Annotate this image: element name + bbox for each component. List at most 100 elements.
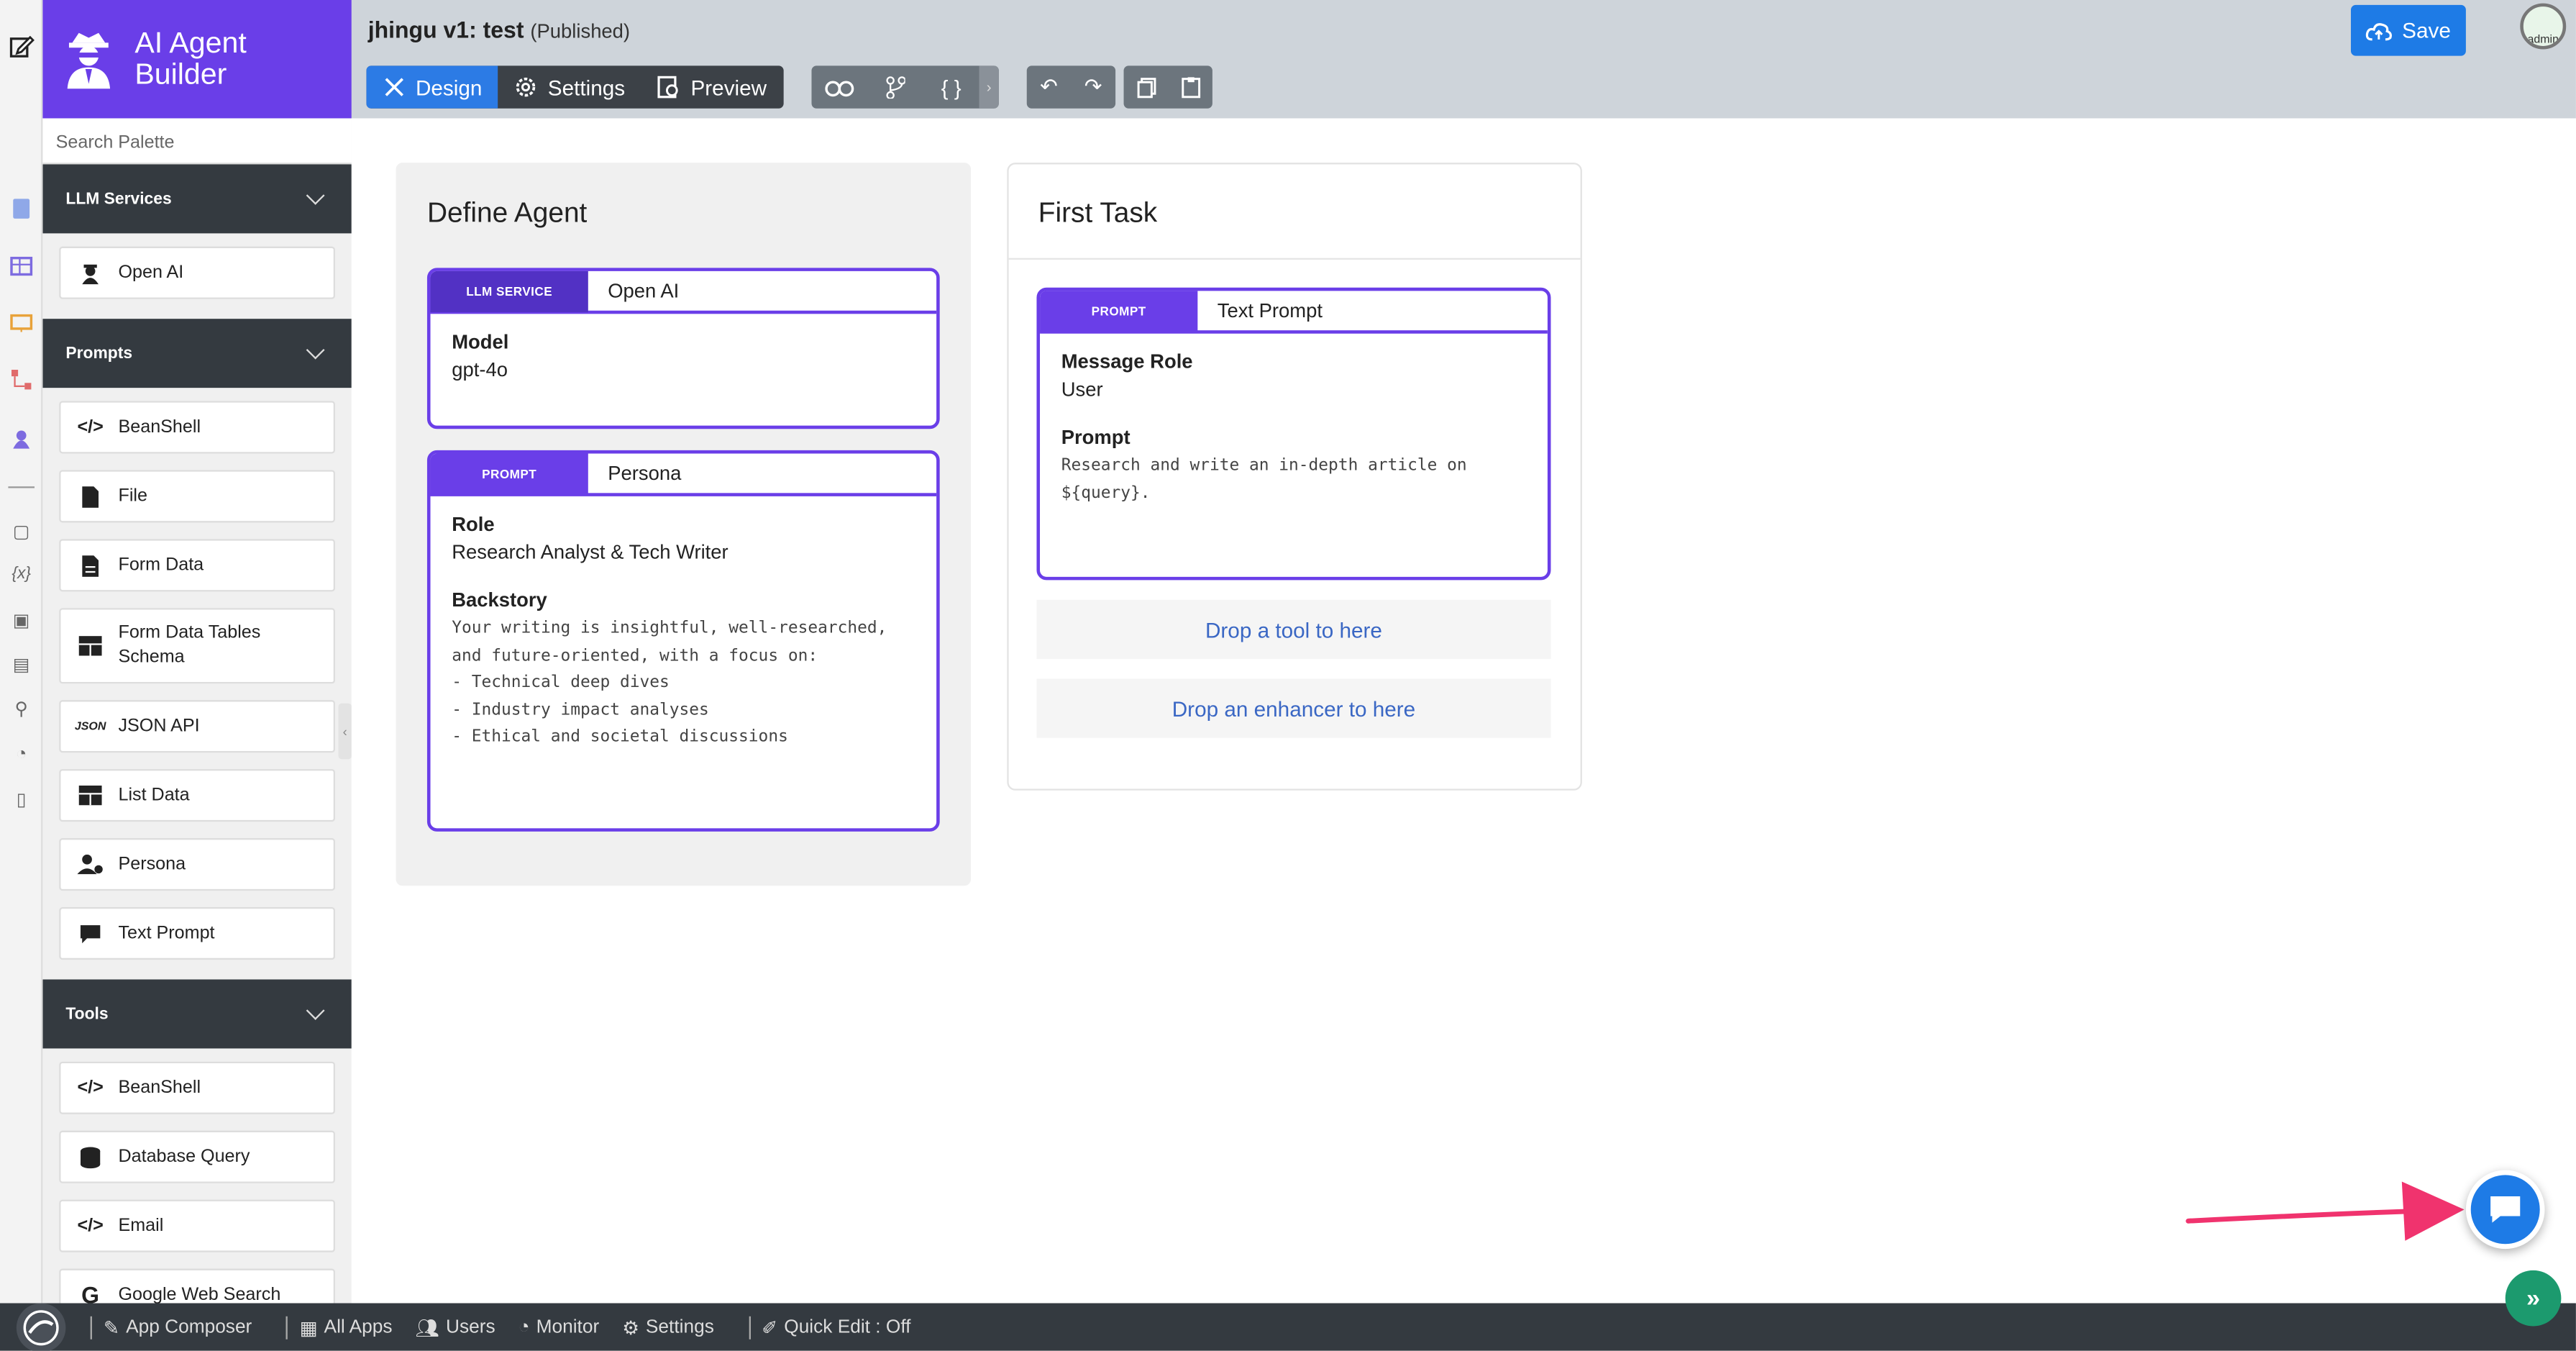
annotation-arrow-icon: [2186, 1181, 2465, 1241]
drop-enhancer-zone[interactable]: Drop an enhancer to here: [1036, 678, 1551, 738]
app-composer-link[interactable]: ✎ App Composer: [104, 1316, 252, 1339]
define-agent-title: Define Agent: [426, 197, 588, 229]
palette-item-beanshell[interactable]: </> BeanShell: [59, 401, 336, 454]
flow-icon[interactable]: [8, 366, 35, 393]
note-icon[interactable]: ▢: [8, 518, 35, 545]
branch-icon[interactable]: [867, 65, 923, 108]
first-task-panel: First Task PROMPT Text Prompt Message Ro…: [1007, 163, 1582, 791]
binoculars-icon[interactable]: [811, 65, 867, 108]
palette-item-email[interactable]: </> Email: [59, 1199, 336, 1252]
bar-divider: [286, 1315, 288, 1339]
palette-item-json-api[interactable]: JSON JSON API: [59, 700, 336, 753]
agent-icon[interactable]: [8, 426, 35, 452]
llm-service-card[interactable]: LLM SERVICE Open AI Model gpt-4o: [426, 268, 940, 429]
translate-icon[interactable]: ▣: [8, 606, 35, 633]
gauge-icon[interactable]: ◔: [8, 741, 35, 768]
image-icon[interactable]: ▤: [8, 651, 35, 678]
section-llm-services[interactable]: LLM Services: [42, 164, 352, 234]
code-icon: </>: [77, 417, 104, 437]
avatar[interactable]: admin: [2520, 3, 2567, 50]
prompt-value: Research and write an in-depth article o…: [1061, 457, 1477, 502]
card-body: Message Role User Prompt Research and wr…: [1040, 334, 1548, 524]
chevron-down-icon: [306, 1001, 325, 1020]
monitor-icon[interactable]: [8, 311, 35, 337]
message-role-label: Message Role: [1061, 350, 1193, 373]
chevron-right-icon[interactable]: ›: [979, 65, 999, 109]
brand-header: AI Agent Builder: [42, 0, 352, 119]
section-prompts[interactable]: Prompts: [42, 319, 352, 388]
bar-divider: [90, 1315, 92, 1339]
all-apps-link[interactable]: ▦ All Apps: [300, 1316, 393, 1339]
chat-bubble-icon: [2490, 1196, 2521, 1223]
settings-link[interactable]: ⚙ Settings: [622, 1316, 714, 1339]
section-tools[interactable]: Tools: [42, 979, 352, 1049]
prompt-label: Prompt: [1061, 425, 1131, 449]
agent-logo-icon: [67, 32, 111, 89]
palette-item-persona[interactable]: Persona: [59, 838, 336, 891]
collapse-palette-handle[interactable]: ‹: [338, 703, 352, 760]
avatar-label: admin: [2527, 34, 2559, 46]
card-name: Text Prompt: [1217, 299, 1323, 322]
scroll-icon[interactable]: ▯: [8, 786, 35, 812]
persona-card[interactable]: PROMPT Persona Role Research Analyst & T…: [426, 450, 940, 832]
cloud-upload-icon: [2366, 22, 2393, 40]
palette-item-label: Email: [118, 1216, 164, 1236]
save-button[interactable]: Save: [2350, 4, 2466, 56]
palette-item-label: Form Data Tables Schema: [118, 622, 261, 668]
palette-item-text-prompt[interactable]: Text Prompt: [59, 906, 336, 960]
copy-icon[interactable]: [1124, 65, 1169, 108]
section-title: LLM Services: [65, 189, 172, 208]
palette-item-form-data[interactable]: Form Data: [59, 539, 336, 592]
search-palette-input[interactable]: Search Palette: [42, 118, 352, 165]
palette-item-file[interactable]: File: [59, 470, 336, 523]
palette-item-label: BeanShell: [118, 1078, 201, 1098]
tab-design[interactable]: Design: [366, 65, 499, 109]
chat-button[interactable]: [2465, 1170, 2545, 1250]
database-icon: [77, 1146, 104, 1168]
first-task-header: First Task: [1008, 164, 1581, 260]
palette-item-list-data[interactable]: List Data: [59, 769, 336, 822]
redo-icon[interactable]: ↷: [1071, 65, 1115, 108]
tab-settings[interactable]: Settings: [498, 65, 641, 108]
card-name: Open AI: [608, 279, 680, 303]
undo-icon[interactable]: ↶: [1027, 65, 1072, 108]
llm-services-list: Open AI: [42, 233, 351, 319]
table-icon[interactable]: [8, 253, 35, 280]
message-role-value: User: [1061, 378, 1103, 401]
tab-preview[interactable]: Preview: [641, 65, 783, 108]
palette-item-google-web-search[interactable]: G Google Web Search: [59, 1268, 336, 1304]
palette-item-label: JSON API: [118, 716, 200, 737]
palette-item-form-data-tables-schema[interactable]: Form Data Tables Schema: [59, 608, 336, 684]
design-canvas: Define Agent LLM SERVICE Open AI Model g…: [351, 118, 2576, 1304]
expand-button[interactable]: »: [2505, 1270, 2562, 1327]
json-braces-icon[interactable]: { }: [923, 65, 979, 108]
agent-icon: [77, 262, 104, 284]
quick-edit-toggle[interactable]: ✐ Quick Edit : Off: [762, 1316, 910, 1339]
code-icon: </>: [77, 1216, 104, 1236]
document-icon[interactable]: [8, 196, 35, 222]
palette-item-tool-beanshell[interactable]: </> BeanShell: [59, 1061, 336, 1114]
tools-list: </> BeanShell Database Query </> Email G…: [42, 1048, 351, 1304]
drop-tool-zone[interactable]: Drop a tool to here: [1036, 599, 1551, 660]
palette-item-database-query[interactable]: Database Query: [59, 1130, 336, 1183]
card-tag: LLM SERVICE: [430, 270, 588, 313]
palette-item-label: Database Query: [118, 1147, 250, 1167]
first-task-title: First Task: [1038, 197, 1158, 229]
tab-design-label: Design: [415, 74, 483, 100]
bottom-bar: ✎ App Composer ▦ All Apps 👥︎ Users ◔ Mon…: [0, 1302, 2576, 1351]
bar-item-label: Settings: [645, 1316, 714, 1337]
google-icon: G: [81, 1281, 100, 1304]
monitor-link[interactable]: ◔ Monitor: [519, 1317, 600, 1337]
edit-icon[interactable]: [8, 33, 35, 60]
users-link[interactable]: 👥︎ Users: [415, 1316, 495, 1339]
platform-logo-icon[interactable]: [16, 1302, 66, 1351]
plugin-icon[interactable]: ⚲: [8, 695, 35, 722]
bar-divider: [748, 1315, 751, 1339]
paste-icon[interactable]: [1168, 65, 1212, 108]
section-title: Tools: [65, 1004, 109, 1024]
card-name: Persona: [608, 461, 682, 485]
preview-icon: [658, 76, 679, 99]
palette-item-open-ai[interactable]: Open AI: [59, 246, 336, 299]
text-prompt-card[interactable]: PROMPT Text Prompt Message Role User Pro…: [1036, 287, 1551, 581]
variable-icon[interactable]: {x}: [8, 560, 35, 587]
